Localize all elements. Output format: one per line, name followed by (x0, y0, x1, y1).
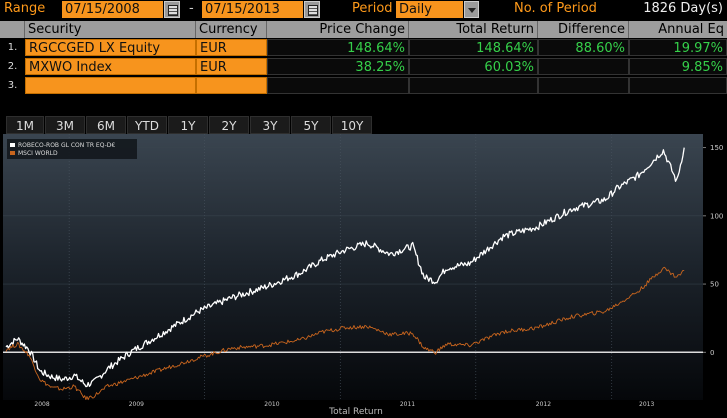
annual-eq-value (629, 77, 727, 94)
date-separator: - (189, 1, 194, 16)
header-annual-eq[interactable]: Annual Eq (629, 21, 727, 38)
annual-eq-value: 19.97% (629, 39, 727, 56)
y-tick-label: 150 (710, 144, 723, 152)
period-buttons: 1M 3M 6M YTD 1Y 2Y 3Y 5Y 10Y (0, 116, 727, 134)
row-index: 3. (0, 77, 25, 94)
security-input[interactable]: RGCCGED LX Equity (25, 39, 196, 56)
y-axis-ticks: 150 100 50 0 (703, 144, 723, 357)
end-calendar-icon[interactable] (304, 1, 320, 18)
x-tick-label: 2009 (129, 401, 144, 408)
period-3m-button[interactable]: 3M (45, 116, 85, 134)
plot-area (3, 134, 703, 400)
period-6m-button[interactable]: 6M (86, 116, 126, 134)
start-date-field[interactable]: 07/15/2008 (62, 1, 163, 18)
period-count-label: No. of Period (514, 1, 597, 16)
period-5y-button[interactable]: 5Y (291, 116, 331, 134)
header-index (0, 21, 25, 38)
y-tick-label: 50 (710, 281, 719, 289)
legend-index: MSCI WORLD (18, 150, 58, 157)
period-10y-button[interactable]: 10Y (332, 116, 372, 134)
difference-value (538, 58, 629, 75)
row-index: 1. (0, 39, 25, 56)
currency-input[interactable]: EUR (196, 58, 267, 75)
chevron-down-icon[interactable] (464, 1, 479, 18)
price-change-value: 38.25% (267, 58, 409, 75)
y-tick-label: 100 (710, 212, 723, 220)
row-index: 2. (0, 58, 25, 75)
currency-input[interactable]: EUR (196, 39, 267, 56)
end-date-field[interactable]: 07/15/2013 (202, 1, 303, 18)
header-difference[interactable]: Difference (538, 21, 629, 38)
x-tick-label: 2010 (264, 401, 279, 408)
table-row[interactable]: 3. (0, 77, 727, 95)
price-change-value: 148.64% (267, 39, 409, 56)
header-price-change[interactable]: Price Change (267, 21, 409, 38)
range-label: Range (4, 1, 46, 16)
x-tick-label: 2011 (400, 401, 415, 408)
total-return-value (409, 77, 538, 94)
period-count-value: 1826 Day(s) (643, 1, 723, 16)
header-security[interactable]: Security (25, 21, 196, 38)
difference-value: 88.60% (538, 39, 629, 56)
total-return-value: 60.03% (409, 58, 538, 75)
period-3y-button[interactable]: 3Y (250, 116, 290, 134)
header-currency[interactable]: Currency (196, 21, 267, 38)
total-return-value: 148.64% (409, 39, 538, 56)
range-bar: Range 07/15/2008 - 07/15/2013 Period Dai… (0, 0, 727, 20)
legend-fund: ROBECO-ROB GL CON TR EQ-D€ (18, 142, 115, 149)
table-row[interactable]: 2. MXWO Index EUR 38.25% 60.03% 9.85% (0, 58, 727, 76)
legend-swatch-index (10, 151, 15, 155)
legend-swatch-fund (10, 143, 15, 147)
x-tick-label: 2008 (34, 401, 49, 408)
performance-chart[interactable]: 150 100 50 0 2008 2009 2010 2011 2012 2013 ROBEC… (0, 134, 727, 418)
table-header: Security Currency Price Change Total Ret… (0, 21, 727, 39)
annual-eq-value: 9.85% (629, 58, 727, 75)
x-axis-label: Total Return (328, 407, 383, 417)
header-total-return[interactable]: Total Return (409, 21, 538, 38)
period-1y-button[interactable]: 1Y (168, 116, 208, 134)
start-calendar-icon[interactable] (164, 1, 180, 18)
period-ytd-button[interactable]: YTD (127, 116, 167, 134)
price-change-value (267, 77, 409, 94)
difference-value (538, 77, 629, 94)
security-input[interactable] (25, 77, 196, 94)
x-tick-label: 2012 (536, 401, 551, 408)
table-row[interactable]: 1. RGCCGED LX Equity EUR 148.64% 148.64%… (0, 39, 727, 57)
period-2y-button[interactable]: 2Y (209, 116, 249, 134)
x-tick-label: 2013 (639, 401, 654, 408)
security-input[interactable]: MXWO Index (25, 58, 196, 75)
period-select[interactable]: Daily (396, 1, 463, 18)
currency-input[interactable] (196, 77, 267, 94)
period-1m-button[interactable]: 1M (6, 116, 44, 134)
period-label: Period (352, 1, 393, 16)
y-tick-label: 0 (710, 349, 714, 357)
